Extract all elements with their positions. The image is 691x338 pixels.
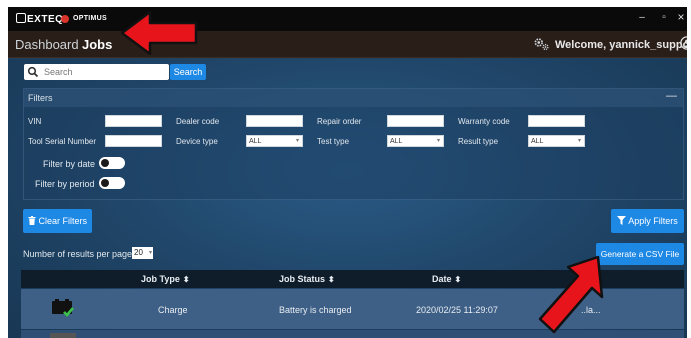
repair-order-field[interactable]: [387, 115, 444, 127]
app-window: EXTEQ OPTIMUS – ▫ × Dashboard Jobs Welco…: [8, 7, 687, 338]
trash-icon: [28, 216, 36, 225]
vin-field[interactable]: [105, 115, 162, 127]
chevron-down-icon: ▾: [148, 250, 152, 256]
job-type-cell: Charge: [158, 305, 188, 315]
test-type-select[interactable]: ALL ▾: [387, 135, 444, 147]
dealer-code-label: Dealer code: [176, 117, 220, 126]
battery-charge-icon: [50, 333, 76, 338]
collapse-filters-button[interactable]: —: [666, 90, 677, 102]
search-box[interactable]: [24, 64, 169, 80]
filter-by-period-label: Filter by period: [35, 179, 95, 189]
chevron-down-icon: ▾: [577, 138, 581, 144]
repair-order-label: Repair order: [317, 117, 362, 126]
search-input[interactable]: [44, 66, 164, 78]
job-status-cell: Battery is charged: [279, 305, 352, 315]
nav-jobs[interactable]: Jobs: [82, 37, 112, 52]
gear-icon[interactable]: [532, 35, 550, 53]
chevron-down-icon: ▾: [436, 138, 440, 144]
filter-icon: [617, 216, 627, 225]
filters-panel: Filters — VIN Dealer code Repair order W…: [23, 88, 684, 200]
filter-by-date-label: Filter by date: [43, 159, 96, 169]
device-type-label: Device type: [176, 137, 218, 146]
annotation-arrow-csv: [538, 255, 604, 334]
filters-header[interactable]: Filters —: [24, 89, 683, 107]
vin-label: VIN: [28, 117, 42, 126]
clear-filters-button[interactable]: Clear Filters: [23, 209, 92, 233]
annotation-arrow-jobs: [120, 10, 198, 55]
app-dot-icon: [61, 15, 69, 23]
welcome-text: Welcome, yannick_support: [555, 39, 687, 51]
minimize-button[interactable]: –: [636, 12, 648, 23]
col-date[interactable]: Date ⬍: [432, 274, 461, 284]
tool-serial-field[interactable]: [105, 135, 162, 147]
generate-csv-button[interactable]: Generate a CSV File: [596, 243, 684, 265]
filter-by-period-toggle[interactable]: [99, 177, 125, 189]
apply-filters-button[interactable]: Apply Filters: [611, 209, 684, 233]
col-job-status[interactable]: Job Status ⬍: [279, 274, 335, 284]
result-type-label: Result type: [458, 137, 499, 146]
warranty-code-label: Warranty code: [458, 117, 510, 126]
test-type-label: Test type: [317, 137, 350, 146]
filter-by-date-toggle[interactable]: [99, 157, 125, 169]
results-per-page-label: Number of results per page:: [23, 249, 135, 259]
col-job-type[interactable]: Job Type ⬍: [141, 274, 190, 284]
app-name: OPTIMUS: [73, 15, 107, 22]
device-type-select[interactable]: ALL ▾: [246, 135, 303, 147]
chevron-down-icon: ▾: [295, 138, 299, 144]
title-bar: EXTEQ OPTIMUS – ▫ ×: [8, 7, 687, 31]
search-icon: [27, 66, 39, 78]
sort-icon: ⬍: [328, 275, 335, 284]
date-cell: 2020/02/25 11:29:07: [416, 305, 498, 315]
nav-bar: Dashboard Jobs Welcome, yannick_support: [8, 31, 687, 58]
dealer-code-field[interactable]: [246, 115, 303, 127]
tool-serial-label: Tool Serial Number: [28, 137, 97, 146]
battery-charge-icon: [52, 299, 74, 317]
sort-icon: ⬍: [182, 275, 190, 284]
user-icon[interactable]: [680, 36, 687, 50]
results-per-page-select[interactable]: 20 ▾: [132, 247, 153, 259]
close-button[interactable]: ×: [675, 10, 687, 24]
result-type-select[interactable]: ALL ▾: [528, 135, 585, 147]
nav-dashboard[interactable]: Dashboard: [15, 37, 79, 52]
maximize-button[interactable]: ▫: [658, 12, 670, 23]
search-button[interactable]: Search: [170, 64, 206, 80]
warranty-code-field[interactable]: [528, 115, 585, 127]
brand-logo: EXTEQ: [16, 13, 63, 25]
sort-icon: ⬍: [454, 275, 462, 284]
filters-title: Filters: [28, 93, 53, 103]
